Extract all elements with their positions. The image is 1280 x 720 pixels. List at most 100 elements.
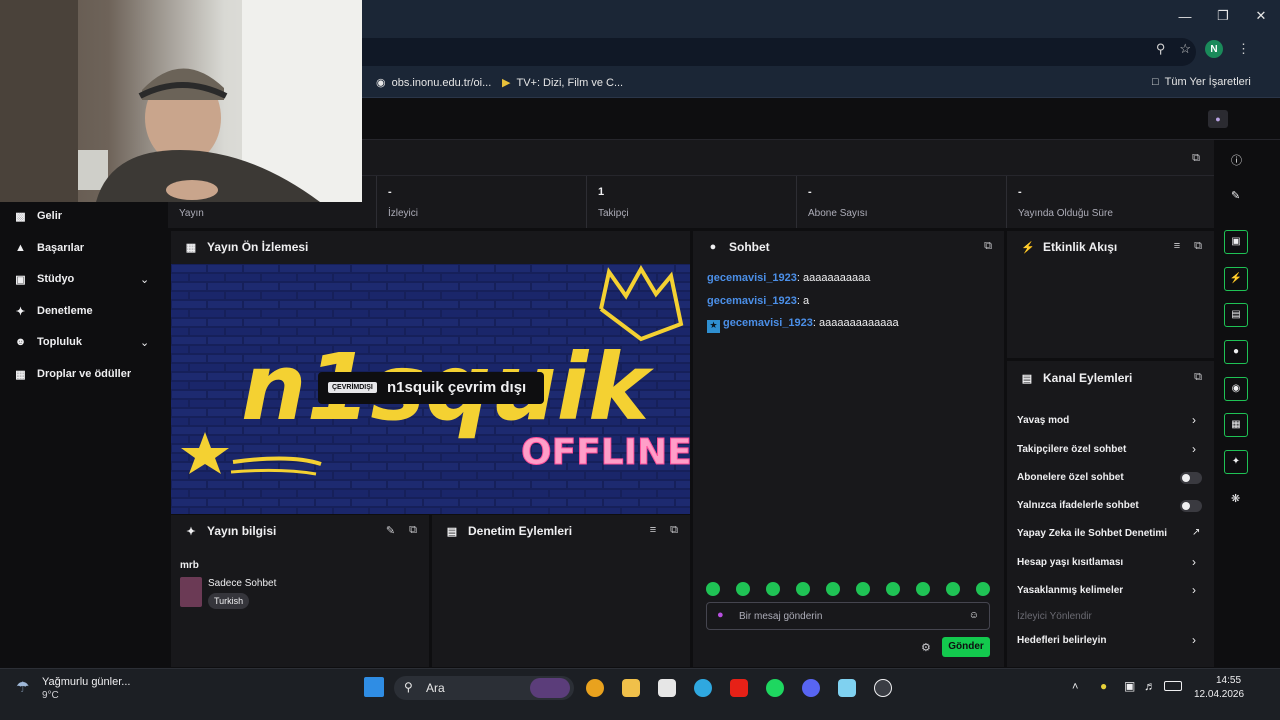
- popout-icon[interactable]: ⧉: [1194, 371, 1202, 384]
- send-button[interactable]: Gönder: [942, 637, 990, 657]
- emote-icon[interactable]: [886, 582, 900, 596]
- stat-izleyici: - İzleyici: [377, 176, 587, 228]
- emote-icon[interactable]: [976, 582, 990, 596]
- chat-settings-gear-icon[interactable]: ⚙: [921, 641, 931, 654]
- rail-layout-icon[interactable]: ▦: [1224, 413, 1248, 437]
- action-followers-only[interactable]: Takipçilere özel sohbet: [1017, 444, 1126, 455]
- stream-info-tools: ✎ ⧉: [386, 524, 417, 537]
- chevron-down-icon[interactable]: ⌄: [140, 336, 149, 349]
- webcam-person-image: [0, 0, 362, 202]
- popout-icon[interactable]: ⧉: [984, 240, 992, 253]
- microphone-icon[interactable]: ●: [717, 609, 724, 621]
- info-icon[interactable]: ⓘ: [1231, 152, 1242, 168]
- webcam-overlay: [0, 0, 362, 202]
- rail-quick-action-icon[interactable]: ▣: [1224, 230, 1248, 254]
- clock-date[interactable]: 12.04.2026: [1194, 689, 1244, 700]
- studio-icon: ▣: [15, 273, 26, 286]
- microphone-icon[interactable]: ●: [1100, 679, 1107, 693]
- emote-icon[interactable]: [766, 582, 780, 596]
- taskbar-search[interactable]: ⚲ Ara: [394, 676, 574, 700]
- profile-avatar[interactable]: N: [1205, 40, 1223, 58]
- filter-icon[interactable]: ≡: [650, 524, 656, 537]
- filter-icon[interactable]: ≡: [1174, 240, 1180, 253]
- chat-input[interactable]: ● Bir mesaj gönderin ☺: [706, 602, 990, 630]
- action-emote-only: Yalnızca ifadelerle sohbet: [1017, 500, 1139, 511]
- external-link-icon[interactable]: ↗: [1192, 527, 1200, 538]
- rail-document-icon[interactable]: ▤: [1224, 303, 1248, 327]
- minimize-icon[interactable]: —: [1166, 0, 1204, 32]
- menu-dots-icon[interactable]: ⋮: [1237, 41, 1250, 57]
- chevron-right-icon[interactable]: ›: [1192, 442, 1196, 456]
- spotify-icon[interactable]: [766, 679, 784, 697]
- action-set-goals[interactable]: Hedefleri belirleyin: [1017, 635, 1106, 646]
- action-account-age[interactable]: Hesap yaşı kısıtlaması: [1017, 557, 1123, 568]
- emote-icon[interactable]: [736, 582, 750, 596]
- restore-icon[interactable]: ❐: [1204, 0, 1242, 32]
- youtube-icon[interactable]: [730, 679, 748, 697]
- nav-item-denetleme[interactable]: ✦ Denetleme: [14, 301, 93, 321]
- popout-icon[interactable]: ⧉: [1192, 152, 1200, 165]
- bookmark-all[interactable]: □ Tüm Yer İşaretleri: [1152, 76, 1251, 88]
- start-icon[interactable]: [364, 677, 384, 697]
- chevron-right-icon[interactable]: ›: [1192, 413, 1196, 427]
- emoji-picker-icon[interactable]: ☺: [969, 610, 979, 621]
- chevron-right-icon[interactable]: ›: [1192, 633, 1196, 647]
- nav-item-topluluk[interactable]: ☻ Topluluk: [14, 332, 82, 352]
- store-icon[interactable]: [658, 679, 676, 697]
- nav-item-gelir[interactable]: ▩ Gelir: [14, 206, 62, 226]
- edit-icon[interactable]: ✎: [386, 524, 395, 537]
- popout-icon[interactable]: ⧉: [670, 524, 678, 537]
- tv-icon: ▶: [502, 77, 511, 89]
- emote-icon[interactable]: [796, 582, 810, 596]
- chevron-right-icon[interactable]: ›: [1192, 583, 1196, 597]
- edge-icon[interactable]: [694, 679, 712, 697]
- chevron-down-icon[interactable]: ⌄: [140, 273, 149, 286]
- bookmark-obs[interactable]: ◉ obs.inonu.edu.tr/oi...: [376, 76, 491, 90]
- popout-icon[interactable]: ⧉: [409, 524, 417, 537]
- stream-info-panel: ✦ Yayın bilgisi ✎ ⧉ mrb Sadece Sohbet Tu…: [171, 515, 429, 667]
- category-name[interactable]: Sadece Sohbet: [208, 578, 276, 589]
- discord-icon[interactable]: [802, 679, 820, 697]
- add-widget-icon[interactable]: ❋: [1231, 492, 1240, 505]
- emote-icon[interactable]: [706, 582, 720, 596]
- preview-header: ▦ Yayın Ön İzlemesi: [185, 240, 309, 254]
- rail-lightning-icon[interactable]: ⚡: [1224, 267, 1248, 291]
- rail-wrench-icon[interactable]: ✦: [1224, 450, 1248, 474]
- nav-item-basarilar[interactable]: ▲ Başarılar: [14, 238, 84, 258]
- rail-broadcast-icon[interactable]: ◉: [1224, 377, 1248, 401]
- battery-icon[interactable]: [1164, 681, 1182, 691]
- emote-icon[interactable]: [826, 582, 840, 596]
- broadcaster-badge-icon: ★: [707, 320, 720, 333]
- chevron-right-icon[interactable]: ›: [1192, 555, 1196, 569]
- chrome-icon[interactable]: [586, 679, 604, 697]
- zoom-icon[interactable]: ⚲: [1156, 41, 1166, 57]
- weather-text[interactable]: Yağmurlu günler...: [42, 676, 130, 688]
- volume-icon[interactable]: ♬: [1144, 679, 1156, 693]
- popout-icon[interactable]: ⧉: [1194, 240, 1202, 253]
- emote-only-toggle[interactable]: [1180, 500, 1202, 512]
- action-banned-words[interactable]: Yasaklanmış kelimeler: [1017, 585, 1123, 596]
- rail-chat-icon[interactable]: ●: [1224, 340, 1248, 364]
- chevron-up-icon[interactable]: ˄: [1072, 681, 1078, 693]
- language-tag[interactable]: Turkish: [208, 593, 250, 609]
- nav-item-studyo[interactable]: ▣ Stüdyo: [14, 269, 74, 289]
- nav-item-droplar[interactable]: ▦ Droplar ve ödüller: [14, 364, 131, 384]
- star-icon[interactable]: ☆: [1179, 41, 1191, 57]
- stat-abone: - Abone Sayısı: [797, 176, 1007, 228]
- file-explorer-icon[interactable]: [622, 679, 640, 697]
- emote-icon[interactable]: [946, 582, 960, 596]
- clock-time[interactable]: 14:55: [1216, 675, 1241, 686]
- steam-icon[interactable]: [874, 679, 892, 697]
- emote-icon[interactable]: [856, 582, 870, 596]
- right-rail: [1214, 140, 1280, 668]
- action-slow-mode[interactable]: Yavaş mod: [1017, 415, 1069, 426]
- vpn-icon[interactable]: [838, 679, 856, 697]
- edit-icon[interactable]: ✎: [1231, 189, 1240, 202]
- subscribers-only-toggle[interactable]: [1180, 472, 1202, 484]
- bookmark-tvplus[interactable]: ▶ TV+: Dizi, Film ve C...: [502, 76, 623, 90]
- close-icon[interactable]: ✕: [1242, 0, 1280, 32]
- network-icon[interactable]: ▣: [1124, 679, 1135, 693]
- user-avatar[interactable]: ●: [1208, 110, 1228, 128]
- emote-icon[interactable]: [916, 582, 930, 596]
- action-ai-moderation[interactable]: Yapay Zeka ile Sohbet Denetimi: [1017, 528, 1167, 539]
